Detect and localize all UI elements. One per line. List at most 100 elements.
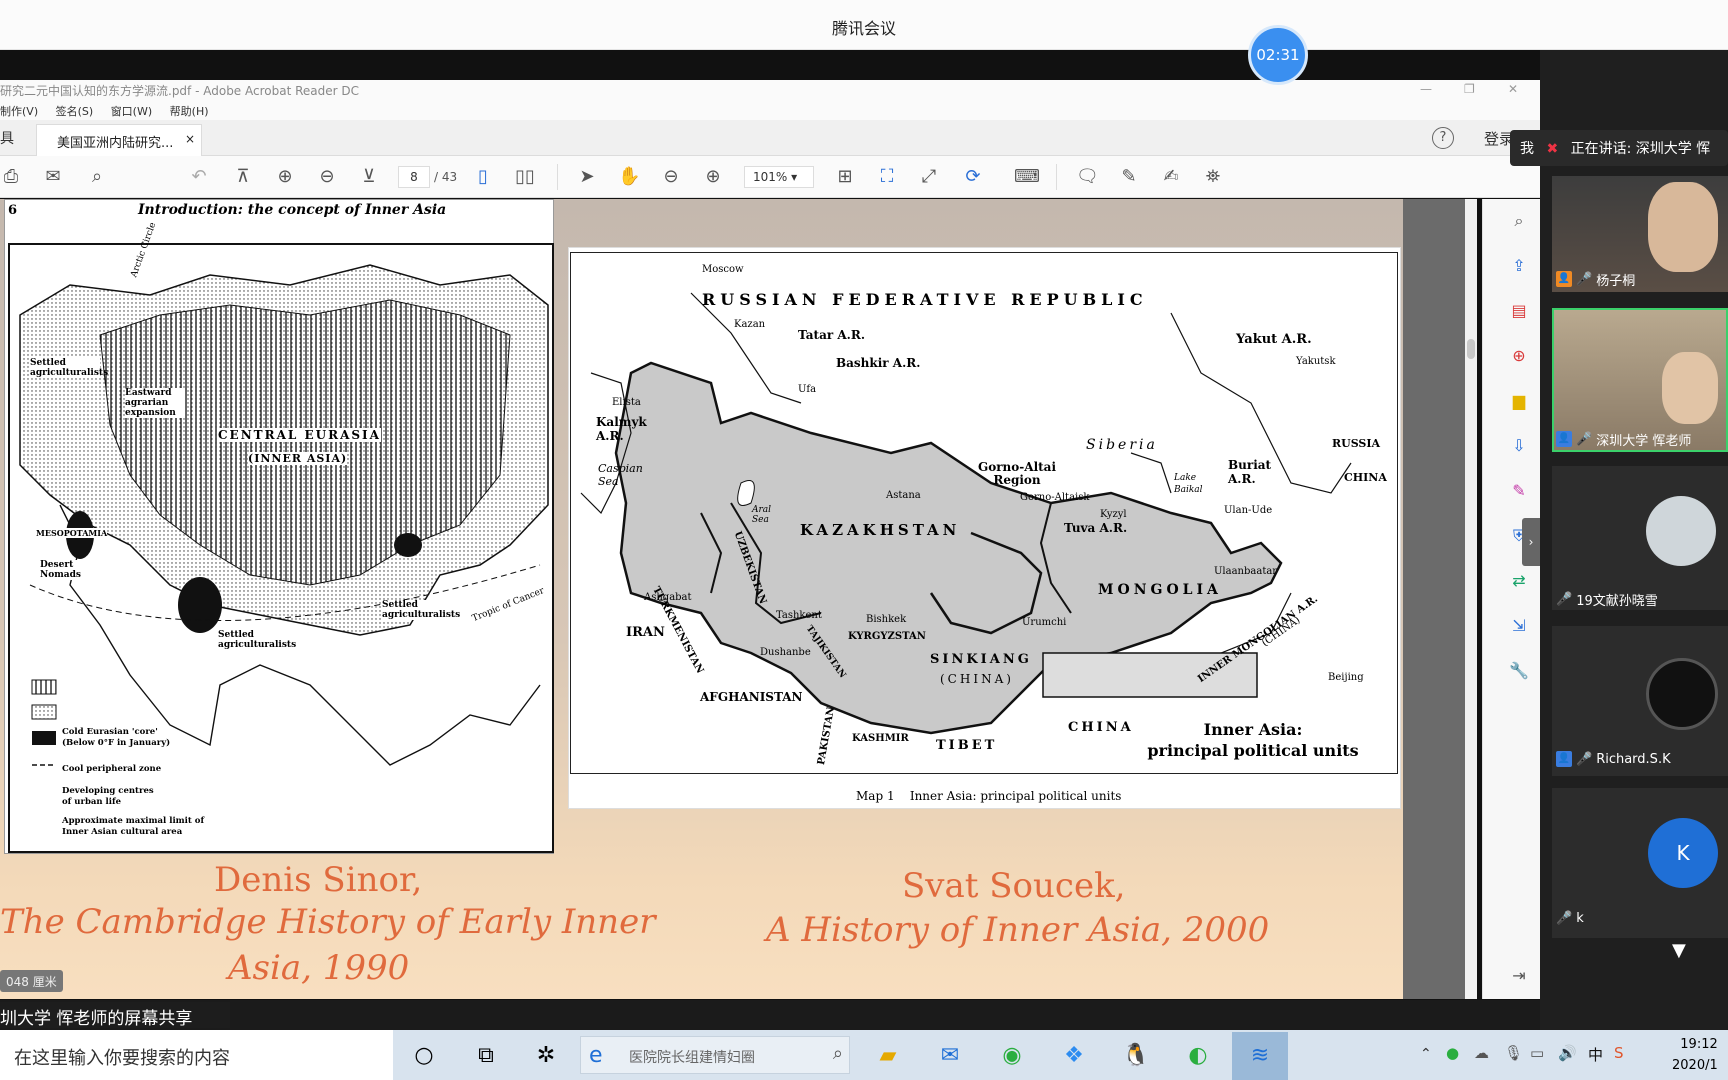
acrobat-tab-bar [0,120,1540,156]
app-icon-2[interactable]: ❖ [1058,1040,1090,1072]
zoom-in-icon[interactable]: ⊕ [702,166,724,188]
map-box-subtitle: principal political units [1147,741,1359,760]
close-window-icon[interactable]: ✕ [1508,82,1518,96]
compress-icon[interactable]: ⇲ [1508,615,1530,637]
city-beijing: Beijing [1328,672,1364,683]
stamp-icon[interactable]: ⛯ [1202,166,1224,188]
speaking-text: 正在讲话: 深圳大学 恽 [1570,141,1711,157]
hand-tool-icon[interactable]: ✋ [618,166,640,188]
comment-icon[interactable]: 🗨 [1076,166,1099,188]
participant-name-1: 杨子桐 [1596,273,1636,289]
zoom-out-icon[interactable]: ⊖ [660,166,682,188]
send-for-review-icon[interactable]: ⇄ [1508,570,1530,592]
tray-chevron-icon[interactable]: ⌃ [1420,1046,1432,1062]
map-label-agrarian: Eastward agrarian expansion [125,388,185,418]
map-label-buriat: Buriat A.R. [1228,458,1272,486]
eurasia-map [8,243,554,853]
cortana-icon[interactable]: ○ [408,1040,440,1072]
sign-icon[interactable]: ✍ [1160,166,1182,188]
wechat-icon[interactable]: ◉ [996,1040,1028,1072]
collapse-pane-icon[interactable]: ⇥ [1508,965,1530,987]
caption-left-author: Denis Sinor, [214,860,423,900]
app-icon[interactable]: ✲ [530,1040,562,1072]
mic-muted-icon: 🎤 [1556,910,1573,926]
next-page-icon[interactable]: ⊖ [316,166,338,188]
highlight-icon[interactable]: ✎ [1118,166,1140,188]
taskbar-search[interactable]: 在这里输入你要搜索的内容 [0,1030,393,1080]
volume-icon[interactable]: 🔊 [1558,1044,1577,1062]
map-label-russia-federative: RUSSIAN FEDERATIVE REPUBLIC [702,290,1148,309]
find-icon[interactable]: ⌕ [86,166,108,188]
sogou-icon[interactable]: S [1614,1044,1624,1062]
document-tab[interactable]: 美国亚洲内陆研究... × [36,124,202,156]
single-page-view-icon[interactable]: ▯ [472,166,494,188]
export-tool-icon[interactable]: ⇩ [1508,435,1530,457]
meeting-title: 腾讯会议 [831,19,896,38]
city-tashkent: Tashkent [776,610,822,621]
qq-icon[interactable]: 🐧 [1120,1040,1152,1072]
file-explorer-icon[interactable]: ▰ [872,1040,904,1072]
battery-icon[interactable]: ▭ [1530,1044,1544,1062]
search-tools-icon[interactable]: ⌕ [1508,210,1530,232]
menu-item-help[interactable]: 帮助(H) [170,105,209,118]
participant-name-bar-4: 👤 🎤 Richard.S.K [1556,748,1671,770]
caption-left-title: The Cambridge History of Early Inner [0,902,656,942]
restore-icon[interactable]: ❐ [1464,82,1475,96]
task-view-icon[interactable]: ⧉ [470,1040,502,1072]
first-page-icon[interactable]: ⊼ [232,166,254,188]
last-page-icon[interactable]: ⊻ [358,166,380,188]
panel-toggle-icon[interactable]: › [1522,518,1540,566]
comment-tool-icon[interactable]: ▆ [1508,390,1530,412]
vertical-scrollbar[interactable] [1465,199,1477,999]
previous-page-icon[interactable]: ⊕ [274,166,296,188]
tools-tab-label[interactable]: 具 [0,128,14,148]
city-dushanbe: Dushanbe [760,647,811,658]
browser-taskbar-search[interactable]: e 医院院长组建情妇圈 ⌕ [580,1036,850,1074]
select-tool-icon[interactable]: ➤ [576,166,598,188]
fit-width-icon[interactable]: ⛶ [876,166,898,188]
legend-urban: Developing centres of urban life [62,786,154,807]
close-tab-icon[interactable]: × [185,132,195,146]
keyboard-icon[interactable]: ⌨ [1014,166,1040,188]
more-tools-icon[interactable]: 🔧 [1508,660,1530,682]
undo-icon[interactable]: ↶ [188,166,210,188]
mail-icon[interactable]: ✉ [934,1040,966,1072]
menu-item-make[interactable]: 制作(V) [0,105,38,118]
tencent-meeting-taskbar-button[interactable]: ≋ [1232,1032,1288,1080]
menu-item-window[interactable]: 窗口(W) [111,105,152,118]
export-pdf-icon[interactable]: ⇪ [1508,255,1530,277]
help-icon[interactable]: ? [1432,127,1454,149]
create-pdf-icon[interactable]: ⊕ [1508,345,1530,367]
participant-name-bar-1: 👤 🎤 杨子桐 [1556,268,1635,290]
meeting-timer[interactable]: 02:31 [1248,25,1308,85]
user-icon: 👤 [1556,431,1572,447]
browser-icon[interactable]: ◐ [1182,1040,1214,1072]
user-icon: 👤 [1556,751,1572,767]
two-page-view-icon[interactable]: ▯▯ [514,166,536,188]
menu-item-sign[interactable]: 签名(S) [56,105,94,118]
fit-page-icon[interactable]: ⊞ [834,166,856,188]
city-ulaanbaatar: Ulaanbaatar [1214,566,1278,577]
organize-pages-icon[interactable]: ▤ [1508,300,1530,322]
rotate-icon[interactable]: ⟳ [962,166,984,188]
fill-sign-icon[interactable]: ✎ [1508,480,1530,502]
cloud-icon[interactable]: ☁ [1474,1044,1489,1062]
ime-indicator[interactable]: 中 [1588,1044,1603,1065]
email-icon[interactable]: ✉ [42,166,64,188]
minimize-icon[interactable]: — [1420,82,1432,96]
page-number-input[interactable]: 8 [398,166,430,188]
page-total: / 43 [434,170,458,184]
city-astana: Astana [886,490,921,501]
print-icon[interactable]: ⎙ [0,166,22,188]
system-clock[interactable]: 19:12 2020/1 [1672,1034,1718,1076]
scroll-down-icon[interactable]: ▼ [1672,940,1686,961]
inner-asia-political-map [570,252,1398,774]
map-label-china: CHINA [1068,720,1134,735]
full-screen-icon[interactable]: ⤢ [918,166,940,188]
zoom-select[interactable]: 101% ▾ [744,166,814,188]
tray-app-icon[interactable]: ● [1446,1044,1459,1062]
microphone-icon[interactable]: 🎙 [1504,1044,1523,1062]
city-kazan: Kazan [734,319,766,330]
map-label-kazakhstan: KAZAKHSTAN [800,521,961,539]
document-tab-label: 美国亚洲内陆研究... [57,136,174,151]
